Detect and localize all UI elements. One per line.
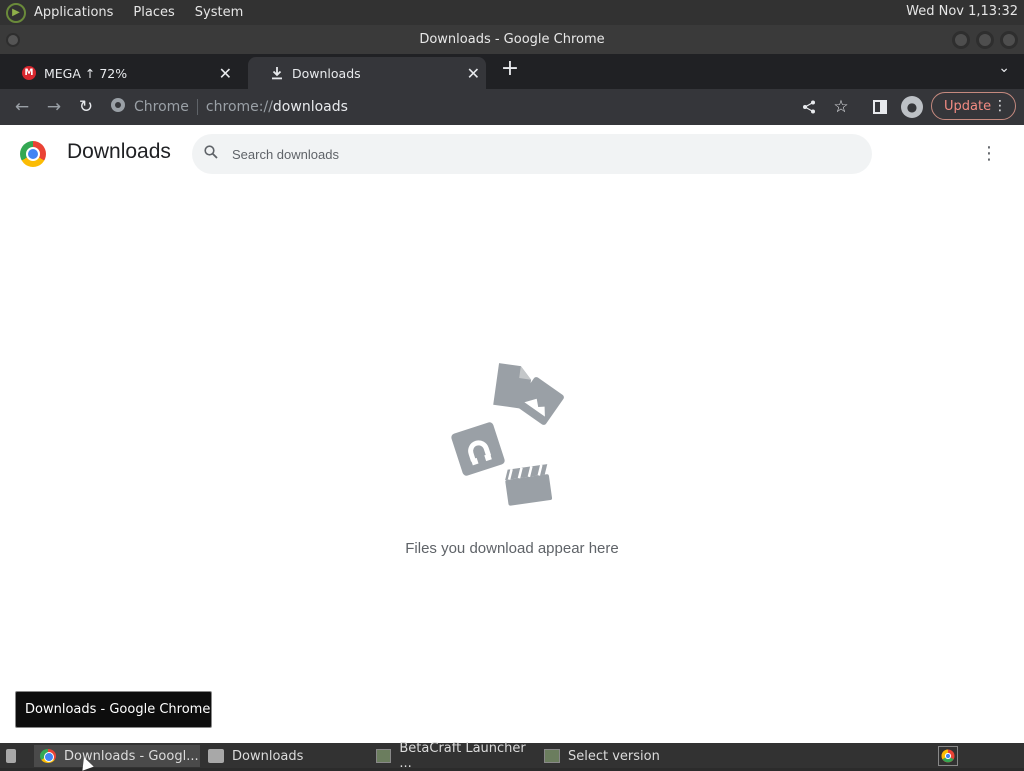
download-icon <box>270 66 284 80</box>
clock[interactable]: Wed Nov 1,13:32 <box>906 4 1018 19</box>
taskbar-item-files[interactable]: Downloads <box>202 745 368 767</box>
update-button[interactable]: Update ⋮ <box>931 92 1016 120</box>
taskbar-tooltip: Downloads - Google Chrome <box>15 691 212 728</box>
bookmark-star-icon[interactable]: ☆ <box>829 95 853 119</box>
url-scheme: chrome:// <box>205 99 273 115</box>
folder-icon <box>208 749 224 763</box>
maximize-button[interactable] <box>976 31 994 49</box>
divider <box>196 99 198 115</box>
forward-arrow-icon[interactable]: → <box>42 95 66 119</box>
tab-label: MEGA ↑ 72% <box>44 65 128 81</box>
window-titlebar[interactable]: Downloads - Google Chrome <box>0 25 1024 54</box>
chrome-site-icon <box>110 97 126 117</box>
chrome-logo-icon <box>20 141 46 167</box>
url-path: downloads <box>272 99 348 115</box>
chrome-icon <box>40 749 56 763</box>
tab-mega[interactable]: M MEGA ↑ 72% ✕ <box>0 57 238 89</box>
taskbar-item-label: BetaCraft Launcher ... <box>399 741 526 771</box>
page-title: Downloads <box>67 140 171 163</box>
share-icon[interactable] <box>797 95 821 119</box>
applications-menu[interactable]: Applications <box>34 5 113 20</box>
more-actions-icon[interactable]: ⋮ <box>980 143 998 164</box>
show-desktop-button[interactable] <box>0 745 24 767</box>
taskbar-item-betacraft[interactable]: BetaCraft Launcher ... <box>370 741 536 771</box>
desktop-top-panel: ▶ Applications Places System Wed Nov 1,1… <box>0 0 1024 25</box>
taskbar-item-label: Downloads <box>232 748 304 764</box>
downloads-header: Downloads ⋮ <box>0 125 1024 183</box>
minimize-button[interactable] <box>952 31 970 49</box>
search-downloads[interactable] <box>192 134 872 174</box>
tab-label: Downloads <box>292 65 361 81</box>
desktop-icon <box>6 749 16 763</box>
close-tab-icon[interactable]: ✕ <box>219 64 232 83</box>
system-menu[interactable]: System <box>195 5 243 20</box>
tab-downloads[interactable]: Downloads ✕ <box>248 57 486 89</box>
site-chip-label: Chrome <box>134 99 189 115</box>
address-bar[interactable]: Chrome chrome:// downloads <box>110 92 910 122</box>
update-label: Update <box>944 98 992 114</box>
tab-search-chevron-icon[interactable]: ⌄ <box>998 60 1010 76</box>
search-icon <box>204 145 218 163</box>
taskbar-item-select-version[interactable]: Select version <box>538 745 704 767</box>
places-menu[interactable]: Places <box>133 5 174 20</box>
betacraft-icon <box>376 749 392 763</box>
profile-avatar-icon[interactable]: ● <box>901 96 923 118</box>
reload-icon[interactable]: ↻ <box>74 95 98 119</box>
taskbar-item-chrome[interactable]: Downloads - Googl... <box>34 745 200 767</box>
tray-chrome-icon[interactable] <box>938 746 958 766</box>
more-vert-icon[interactable]: ⋮ <box>993 98 1007 114</box>
close-tab-icon[interactable]: ✕ <box>467 64 480 83</box>
taskbar-item-label: Select version <box>568 748 660 764</box>
new-tab-button[interactable]: + <box>498 58 522 82</box>
empty-state-message: Files you download appear here <box>405 540 619 557</box>
side-panel-icon[interactable] <box>868 95 892 119</box>
bottom-taskbar: Downloads - Googl... Downloads BetaCraft… <box>0 741 1024 771</box>
betacraft-icon <box>544 749 560 763</box>
empty-downloads-illustration-icon <box>451 363 564 506</box>
back-arrow-icon[interactable]: ← <box>10 95 34 119</box>
window-title: Downloads - Google Chrome <box>419 32 605 47</box>
window-menu-button[interactable] <box>6 33 20 47</box>
mega-favicon-icon: M <box>22 66 36 80</box>
close-window-button[interactable] <box>1000 31 1018 49</box>
search-input[interactable] <box>232 146 832 162</box>
downloads-page: Downloads ⋮ Files you download app <box>0 125 1024 743</box>
distro-logo-icon[interactable]: ▶ <box>6 2 26 23</box>
browser-toolbar: ← → ↻ Chrome chrome:// downloads ☆ ● Upd… <box>0 89 1024 125</box>
